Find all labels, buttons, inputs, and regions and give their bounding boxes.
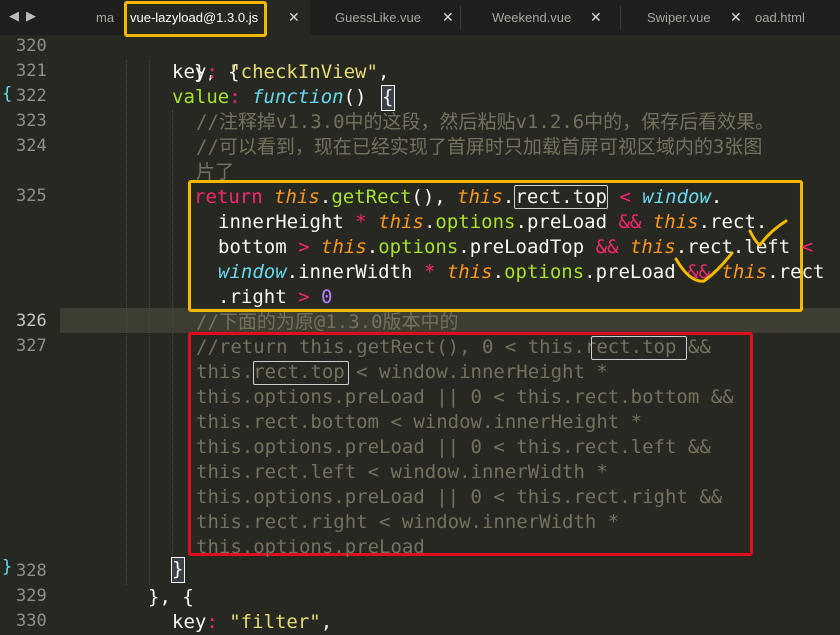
close-icon[interactable]: ✕ <box>288 0 300 35</box>
code-line-327-wrap: this.rect.right < window.innerWidth * <box>196 511 620 533</box>
code-line-327-wrap: this.options.preLoad <box>196 536 425 558</box>
tab-guesslike[interactable]: GuessLike.vue ✕ <box>310 0 460 35</box>
close-icon[interactable]: ✕ <box>590 0 602 35</box>
code-line-327-wrap: this.options.preLoad || 0 < this.rect.le… <box>196 436 711 458</box>
tab-weekend[interactable]: Weekend.vue ✕ <box>465 0 615 35</box>
code-line-327-wrap: this.rect.left < window.innerWidth * <box>196 461 608 483</box>
code-editor[interactable]: 320 321 { 322 323 324 325 326 327 } 328 … <box>0 35 840 633</box>
tab-ma[interactable]: ma <box>96 0 124 35</box>
code-line-327-wrap: this.options.preLoad || 0 < this.rect.ri… <box>196 486 723 508</box>
back-arrow-icon[interactable]: ◀ <box>9 9 19 24</box>
find-highlight <box>253 361 349 385</box>
code-line-327-wrap: this.rect.bottom < window.innerHeight * <box>196 411 643 433</box>
forward-arrow-icon[interactable]: ▶ <box>26 9 36 24</box>
close-icon[interactable]: ✕ <box>730 0 742 35</box>
tab-bar: ◀ ▶ ma vue-lazyload@1.3.0.js ✕ GuessLike… <box>0 0 840 37</box>
code-line-329: }, { <box>148 586 194 608</box>
code-line-330: key: "filter", <box>172 611 333 633</box>
close-icon[interactable]: ✕ <box>442 0 454 35</box>
tab-divider <box>460 6 461 30</box>
tab-annotation-box <box>124 1 267 37</box>
tab-divider <box>620 6 621 30</box>
tab-oad-html[interactable]: oad.html <box>755 0 840 35</box>
tab-label: ma <box>96 10 115 25</box>
tab-swiper[interactable]: Swiper.vue ✕ <box>625 0 755 35</box>
code-line-328: } <box>172 558 184 580</box>
tab-label: Weekend.vue <box>492 10 572 25</box>
code-line-327-wrap: this.options.preLoad || 0 < this.rect.bo… <box>196 386 734 408</box>
tab-label: oad.html <box>755 10 805 25</box>
find-highlight <box>591 336 687 360</box>
tab-label: GuessLike.vue <box>335 10 421 25</box>
tab-label: Swiper.vue <box>647 10 711 25</box>
